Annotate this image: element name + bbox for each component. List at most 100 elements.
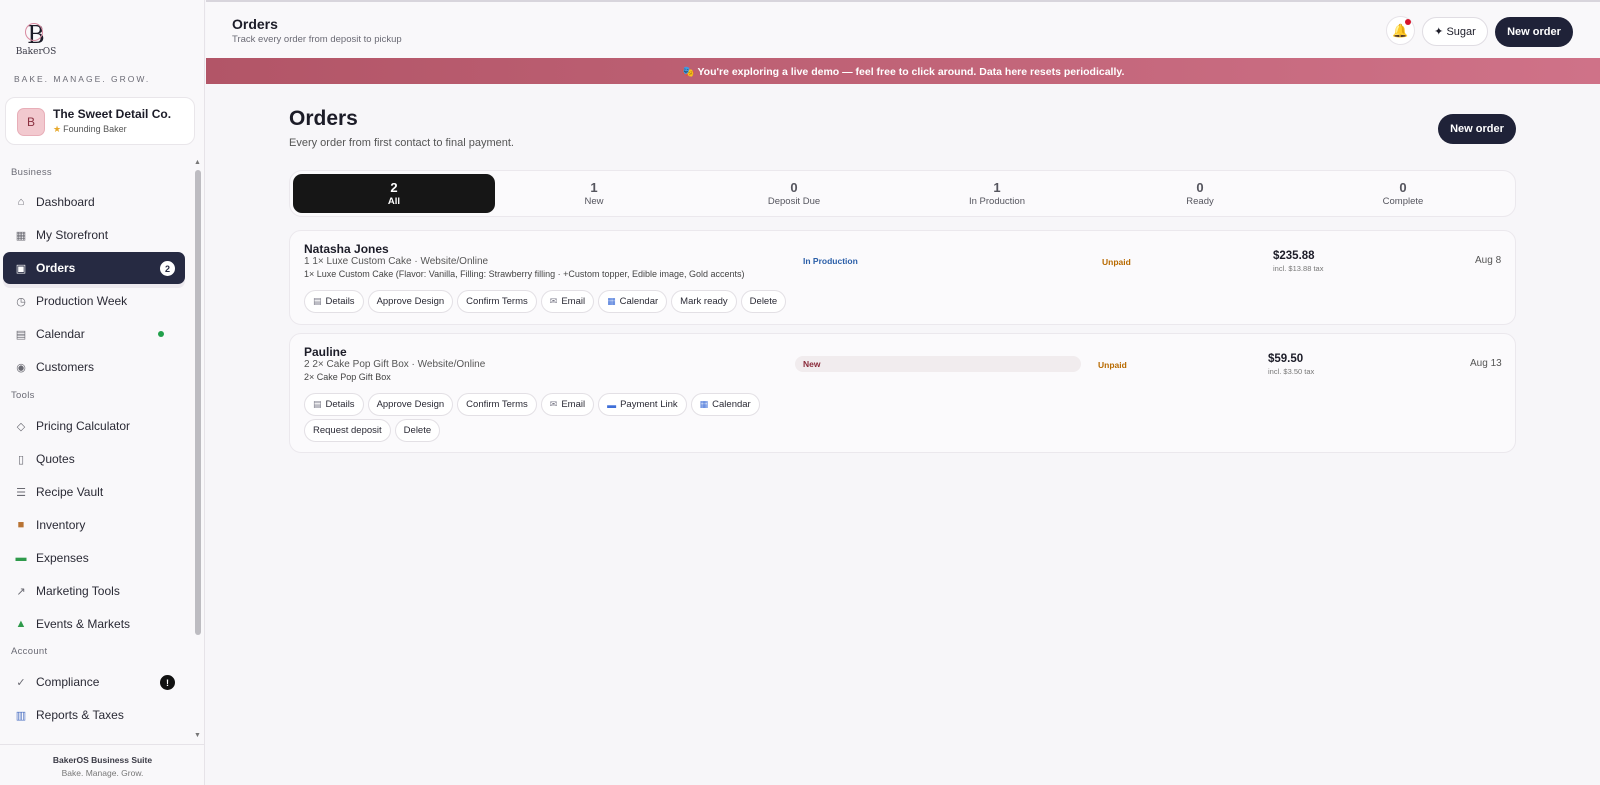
money-icon: ▬ [15, 552, 27, 564]
notification-dot [1405, 19, 1411, 25]
tab-count: 0 [1196, 180, 1204, 195]
page-title: Orders [289, 107, 358, 130]
email-button[interactable]: ✉ Email [540, 290, 595, 313]
button-label: Calendar [712, 399, 751, 410]
order-card[interactable]: Pauline 2 2× Cake Pop Gift Box · Website… [289, 333, 1516, 453]
confirm-terms-button[interactable]: Confirm Terms [457, 393, 537, 416]
page-subtitle: Every order from first contact to final … [289, 137, 514, 149]
user-icon: ◉ [16, 361, 26, 374]
sidebar-item-marketing-tools[interactable]: ↗ Marketing Tools [3, 575, 185, 607]
request-deposit-button[interactable]: Request deposit [304, 419, 391, 442]
sidebar-item-my-storefront[interactable]: ▦ My Storefront [3, 219, 185, 251]
clock-icon: ◷ [16, 295, 26, 308]
scroll-down-icon[interactable]: ▼ [194, 732, 201, 739]
tab-complete[interactable]: 0 Complete [1302, 174, 1504, 213]
details-button[interactable]: ▤ Details [304, 290, 364, 313]
tent-icon: ▲ [15, 618, 27, 630]
order-summary: 1 1× Luxe Custom Cake · Website/Online [304, 256, 489, 267]
sidebar-item-expenses[interactable]: ▬ Expenses [3, 542, 185, 574]
button-label: Approve Design [376, 296, 445, 307]
sidebar: B BakerOS BAKE. MANAGE. GROW. B The Swee… [0, 0, 205, 785]
order-card[interactable]: Natasha Jones 1 1× Luxe Custom Cake · We… [289, 230, 1516, 325]
order-summary: 2 2× Cake Pop Gift Box · Website/Online [304, 359, 486, 370]
sidebar-item-production-week[interactable]: ◷ Production Week [3, 285, 185, 317]
sidebar-item-orders[interactable]: ▣ Orders 2 [3, 252, 185, 284]
bakery-name: The Sweet Detail Co. [53, 107, 172, 121]
approve-design-button[interactable]: Approve Design [367, 393, 454, 416]
payment-link-button[interactable]: ▬ Payment Link [598, 393, 687, 416]
envelope-icon: ✉ [549, 399, 558, 409]
confirm-terms-button[interactable]: Confirm Terms [457, 290, 537, 313]
customer-name: Natasha Jones [304, 242, 389, 256]
sidebar-scrollbar[interactable]: ▲ ▼ [194, 159, 202, 739]
details-button[interactable]: ▤ Details [304, 393, 364, 416]
customer-name: Pauline [304, 345, 347, 359]
bakeros-logo[interactable]: B BakerOS [14, 21, 58, 60]
delete-button[interactable]: Delete [740, 290, 787, 313]
tab-new[interactable]: 1 New [493, 174, 695, 213]
scrollbar-thumb[interactable] [195, 170, 201, 635]
list-icon: ☰ [16, 486, 26, 499]
tab-label: New [584, 196, 604, 207]
scroll-up-icon[interactable]: ▲ [194, 159, 201, 166]
nav-section-business: Business [11, 167, 52, 178]
mark-ready-button[interactable]: Mark ready [671, 290, 737, 313]
calendar-button[interactable]: ▦ Calendar [690, 393, 760, 416]
order-details: 2× Cake Pop Gift Box [304, 372, 391, 382]
sidebar-item-label: Customers [36, 360, 95, 374]
notifications-button[interactable]: 🔔 [1386, 16, 1415, 45]
tab-count: 1 [993, 180, 1001, 195]
logo-mark: B [25, 21, 45, 49]
new-order-button[interactable]: New order [1438, 114, 1516, 144]
orders-count-badge: 2 [160, 261, 175, 276]
order-tax: incl. $13.88 tax [1273, 264, 1324, 273]
calendar-icon: ▦ [607, 296, 616, 306]
tab-deposit-due[interactable]: 0 Deposit Due [693, 174, 895, 213]
email-button[interactable]: ✉ Email [540, 393, 595, 416]
sidebar-item-reports-taxes[interactable]: ▥ Reports & Taxes [3, 699, 185, 731]
order-date: Aug 13 [1470, 358, 1502, 369]
sidebar-item-label: Quotes [36, 452, 75, 466]
sugar-assistant-button[interactable]: ✦ Sugar [1422, 17, 1488, 46]
footer-title: BakerOS Business Suite [52, 755, 153, 765]
tab-in-production[interactable]: 1 In Production [896, 174, 1098, 213]
sidebar-item-compliance[interactable]: ✓ Compliance! [3, 666, 185, 698]
sidebar-item-calendar[interactable]: ▤ Calendar [3, 318, 185, 350]
sidebar-item-label: Recipe Vault [36, 485, 104, 499]
clipboard-icon: ▣ [15, 262, 27, 275]
bakery-badge-label: Founding Baker [63, 124, 127, 134]
calendar-button[interactable]: ▦ Calendar [598, 290, 668, 313]
trend-icon: ↗ [16, 585, 26, 598]
sidebar-item-events-markets[interactable]: ▲ Events & Markets [3, 608, 185, 640]
new-order-button-header[interactable]: New order [1495, 17, 1573, 47]
sidebar-item-dashboard[interactable]: ⌂ Dashboard [3, 186, 185, 218]
tab-count: 0 [790, 180, 798, 195]
tab-all[interactable]: 2 All [293, 174, 495, 213]
button-label: Confirm Terms [466, 296, 528, 307]
bakery-badge: ★ Founding Baker [53, 124, 127, 135]
button-label: Approve Design [376, 399, 445, 410]
sidebar-item-label: Orders [36, 261, 76, 275]
payment-status: Unpaid [1102, 257, 1131, 267]
sidebar-item-label: My Storefront [36, 228, 109, 242]
button-label: Calendar [619, 296, 659, 307]
tab-label: All [387, 196, 401, 207]
document-icon: ▯ [17, 453, 25, 466]
clipboard-icon: ▤ [313, 296, 322, 306]
brand-tagline: BAKE. MANAGE. GROW. [14, 74, 151, 84]
tab-ready[interactable]: 0 Ready [1099, 174, 1301, 213]
sidebar-item-recipe-vault[interactable]: ☰ Recipe Vault [3, 476, 185, 508]
sidebar-item-label: Pricing Calculator [36, 419, 131, 433]
tab-label: Complete [1382, 196, 1424, 207]
approve-design-button[interactable]: Approve Design [367, 290, 454, 313]
calendar-icon: ▦ [699, 399, 709, 409]
bakery-profile-card[interactable]: B The Sweet Detail Co. ★ Founding Baker [5, 97, 195, 145]
delete-button[interactable]: Delete [394, 419, 441, 442]
status-badge: In Production [803, 256, 858, 266]
sidebar-item-customers[interactable]: ◉ Customers [3, 351, 185, 383]
sidebar-item-pricing-calculator[interactable]: ◇ Pricing Calculator [3, 410, 185, 442]
sidebar-item-quotes[interactable]: ▯ Quotes [3, 443, 185, 475]
box-icon: ■ [17, 519, 25, 531]
sidebar-item-inventory[interactable]: ■ Inventory [3, 509, 185, 541]
order-details: 1× Luxe Custom Cake (Flavor: Vanilla, Fi… [304, 269, 745, 279]
